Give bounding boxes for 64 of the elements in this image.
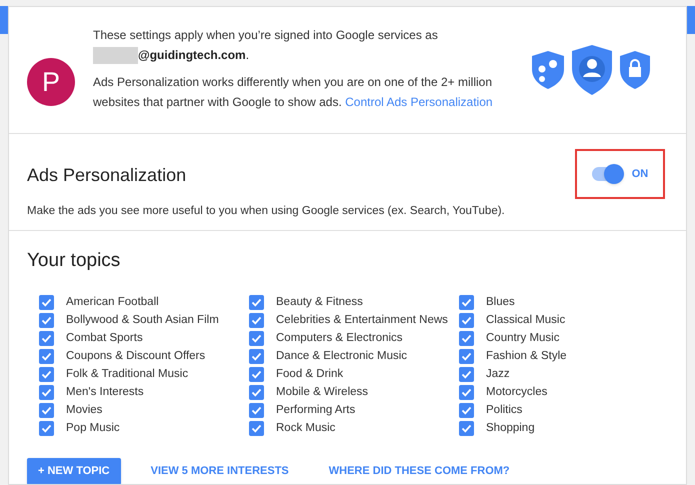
info-text: Ads Personalization works differently when you are on one of the 2+ million websites that partner with Google to show ads. Control Ads Personalization <box>93 74 493 111</box>
topic-label: American Football <box>66 294 159 310</box>
lock-shield-icon <box>620 51 650 89</box>
topic-label: Beauty & Fitness <box>276 294 363 310</box>
topic-label: Men's Interests <box>66 384 144 400</box>
shield-icon <box>532 51 564 89</box>
topic-label: Jazz <box>486 366 510 382</box>
topic-label: Blues <box>486 294 515 310</box>
section-title: Your topics <box>27 249 122 273</box>
avatar: P <box>27 58 75 106</box>
checkbox[interactable] <box>459 313 474 328</box>
topic-label: Computers & Electronics <box>276 330 403 346</box>
intro-text: These settings apply when you’re signed into Google services as <box>93 27 439 44</box>
topic-label: Combat Sports <box>66 330 143 346</box>
topic-label: Shopping <box>486 420 535 436</box>
checkbox[interactable] <box>39 421 54 436</box>
checkbox[interactable] <box>249 349 264 364</box>
checkbox[interactable] <box>39 367 54 382</box>
checkbox[interactable] <box>459 367 474 382</box>
checkbox[interactable] <box>459 349 474 364</box>
topic-label: Movies <box>66 402 102 418</box>
checkbox[interactable] <box>459 385 474 400</box>
checkbox[interactable] <box>249 421 264 436</box>
topic-label: Country Music <box>486 330 560 346</box>
new-topic-button[interactable]: + NEW TOPIC <box>27 458 121 484</box>
toggle-label: ON <box>632 166 648 182</box>
topic-label: Classical Music <box>486 312 566 328</box>
checkbox[interactable] <box>39 331 54 346</box>
checkbox[interactable] <box>459 295 474 310</box>
control-ads-link[interactable]: Control Ads Personalization <box>345 95 493 109</box>
checkbox[interactable] <box>249 295 264 310</box>
checkbox[interactable] <box>39 313 54 328</box>
topic-label: Performing Arts <box>276 402 356 418</box>
text-link[interactable]: VIEW 5 MORE INTERESTS <box>150 462 289 480</box>
shield-icon <box>572 45 612 95</box>
topic-label: Dance & Electronic Music <box>276 348 408 364</box>
checkbox[interactable] <box>39 403 54 418</box>
checkbox[interactable] <box>249 403 264 418</box>
topic-label: Celebrities & Entertainment News <box>276 312 448 328</box>
checkbox[interactable] <box>459 403 474 418</box>
checkbox[interactable] <box>249 367 264 382</box>
topic-label: Bollywood & South Asian Film <box>66 312 219 328</box>
checkbox[interactable] <box>459 331 474 346</box>
description-text: Make the ads you see more useful to you when using Google services (ex. Search, YouTube). <box>27 204 506 219</box>
email-text: @guidingtech.com. <box>138 47 250 64</box>
checkbox[interactable] <box>39 295 54 310</box>
topic-label: Food & Drink <box>276 366 344 382</box>
checkbox[interactable] <box>39 349 54 364</box>
checkbox[interactable] <box>249 313 264 328</box>
topic-label: Fashion & Style <box>486 348 567 364</box>
text-link[interactable]: WHERE DID THESE COME FROM? <box>328 462 510 480</box>
topic-label: Pop Music <box>66 420 120 436</box>
checkbox[interactable] <box>39 385 54 400</box>
topic-label: Coupons & Discount Offers <box>66 348 206 364</box>
section-title: Ads Personalization <box>27 164 186 186</box>
toggle-switch[interactable] <box>592 167 622 181</box>
topic-label: Politics <box>486 402 522 418</box>
topic-label: Mobile & Wireless <box>276 384 368 400</box>
checkbox[interactable] <box>249 331 264 346</box>
checkbox[interactable] <box>249 385 264 400</box>
checkbox[interactable] <box>459 421 474 436</box>
topic-label: Folk & Traditional Music <box>66 366 188 382</box>
topic-label: Motorcycles <box>486 384 548 400</box>
topic-label: Rock Music <box>276 420 336 436</box>
